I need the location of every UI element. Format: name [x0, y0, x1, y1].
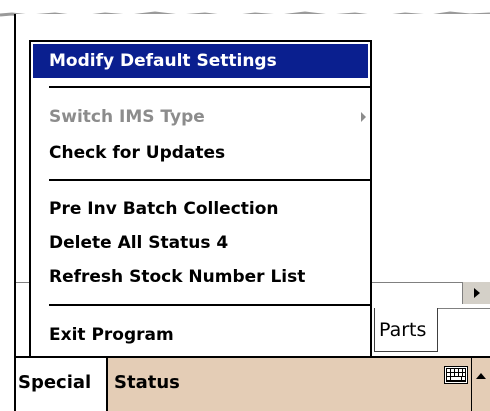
menu-item-label: Delete All Status 4	[49, 233, 229, 253]
menu-separator	[49, 86, 370, 88]
menu-separator	[49, 304, 370, 306]
menu-item-refresh-stock-number-list[interactable]: Refresh Stock Number List	[33, 260, 368, 294]
special-menu-label: Special	[18, 372, 92, 393]
status-menu-button[interactable]: Status	[112, 358, 180, 411]
menu-item-label: Check for Updates	[49, 143, 226, 163]
scroll-right-arrow-icon	[473, 288, 480, 298]
submenu-arrow-icon	[361, 112, 366, 122]
sip-toggle-button[interactable]	[471, 358, 490, 411]
tab-parts-label: Parts	[379, 318, 427, 341]
status-menu-label: Status	[114, 372, 180, 393]
keyboard-icon[interactable]	[444, 366, 468, 384]
scroll-right-button[interactable]	[462, 282, 490, 304]
sip-up-arrow-icon	[476, 373, 486, 379]
menu-item-delete-all-status-4[interactable]: Delete All Status 4	[33, 226, 368, 260]
tab-strip-filler	[438, 308, 490, 352]
menu-item-label: Modify Default Settings	[49, 51, 277, 71]
tab-parts[interactable]: Parts	[374, 308, 438, 352]
menu-item-pre-inv-batch-collection[interactable]: Pre Inv Batch Collection	[33, 192, 368, 226]
menu-item-label: Exit Program	[49, 325, 174, 345]
menu-item-modify-default-settings[interactable]: Modify Default Settings	[33, 44, 368, 78]
menu-item-label: Pre Inv Batch Collection	[49, 199, 279, 219]
menu-item-label: Switch IMS Type	[49, 107, 205, 127]
menu-separator	[49, 179, 370, 181]
menu-item-switch-ims-type[interactable]: Switch IMS Type	[33, 100, 368, 134]
special-menu-button[interactable]: Special	[16, 358, 108, 411]
menu-item-label: Refresh Stock Number List	[49, 267, 306, 287]
menu-item-exit-program[interactable]: Exit Program	[33, 318, 368, 352]
menu-item-check-for-updates[interactable]: Check for Updates	[33, 136, 368, 170]
special-popup-menu: Modify Default Settings Switch IMS Type …	[29, 40, 372, 358]
